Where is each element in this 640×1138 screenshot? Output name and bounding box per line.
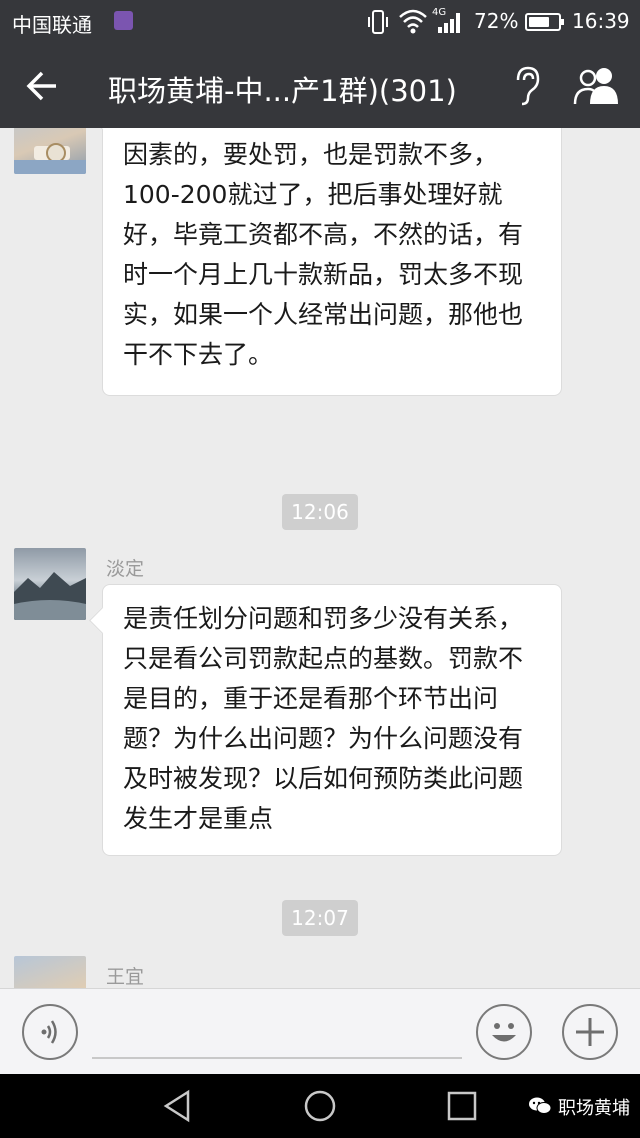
sender-name: 淡定: [106, 558, 145, 580]
back-arrow-icon: [26, 71, 56, 101]
carrier-name: 中国联通: [12, 13, 92, 37]
more-options-button[interactable]: [562, 1004, 618, 1060]
ear-icon: [516, 66, 540, 106]
message-list[interactable]: 对于我们小厂，如果是试产，有很多因素的，要处罚，也是罚款不多，100-200就过…: [0, 128, 640, 988]
message-text: 是责任划分问题和罚多少没有关系，只是看公司罚款起点的基数。罚款不是目的，重于还是…: [123, 604, 524, 833]
sim-icon: [114, 11, 133, 30]
emoji-button[interactable]: [476, 1004, 532, 1060]
back-button[interactable]: [20, 64, 64, 108]
timestamp: 12:07: [282, 900, 358, 936]
sender-name: 王宜: [106, 966, 145, 988]
earpiece-mode-button[interactable]: [506, 64, 546, 108]
avatar[interactable]: [14, 548, 86, 620]
group-members-button[interactable]: [570, 66, 624, 106]
timestamp: 12:06: [282, 494, 358, 530]
avatar-image: [14, 572, 86, 620]
battery-percent: 72%: [474, 9, 519, 33]
status-bar: 中国联通 4G 72% 16:39: [0, 0, 640, 44]
svg-text:4G: 4G: [432, 7, 446, 18]
watermark-text: 职场黄埔: [558, 1098, 630, 1119]
battery-icon: [525, 13, 564, 31]
chat-title: 职场黄埔-中...产1群)(301): [108, 74, 457, 108]
voice-input-button[interactable]: [22, 1004, 78, 1060]
clock: 16:39: [572, 9, 630, 33]
nav-home-icon[interactable]: [302, 1088, 338, 1124]
vibrate-icon: [368, 10, 388, 34]
members-icon: [573, 68, 618, 105]
message-bubble[interactable]: 是责任划分问题和罚多少没有关系，只是看公司罚款起点的基数。罚款不是目的，重于还是…: [102, 584, 562, 856]
emoji-icon: [492, 1023, 516, 1042]
nav-back-icon[interactable]: [160, 1088, 194, 1124]
system-nav-bar: 职场黄埔: [0, 1074, 640, 1138]
chat-header: 职场黄埔-中...产1群)(301): [0, 44, 640, 128]
avatar[interactable]: [14, 956, 86, 988]
message-bubble[interactable]: 对于我们小厂，如果是试产，有很多因素的，要处罚，也是罚款不多，100-200就过…: [102, 128, 562, 396]
wifi-icon: [399, 9, 427, 34]
message-text: 对于我们小厂，如果是试产，有很多因素的，要处罚，也是罚款不多，100-200就过…: [123, 128, 524, 369]
signal-icon: 4G: [432, 7, 460, 33]
voice-icon: [41, 1020, 57, 1044]
avatar[interactable]: [14, 128, 86, 174]
plus-icon: [576, 1018, 604, 1046]
nav-recents-icon[interactable]: [446, 1090, 478, 1122]
message-input[interactable]: [92, 1001, 462, 1059]
input-bar: [0, 988, 640, 1074]
wechat-icon: [529, 1097, 552, 1114]
avatar-image: [14, 143, 86, 174]
